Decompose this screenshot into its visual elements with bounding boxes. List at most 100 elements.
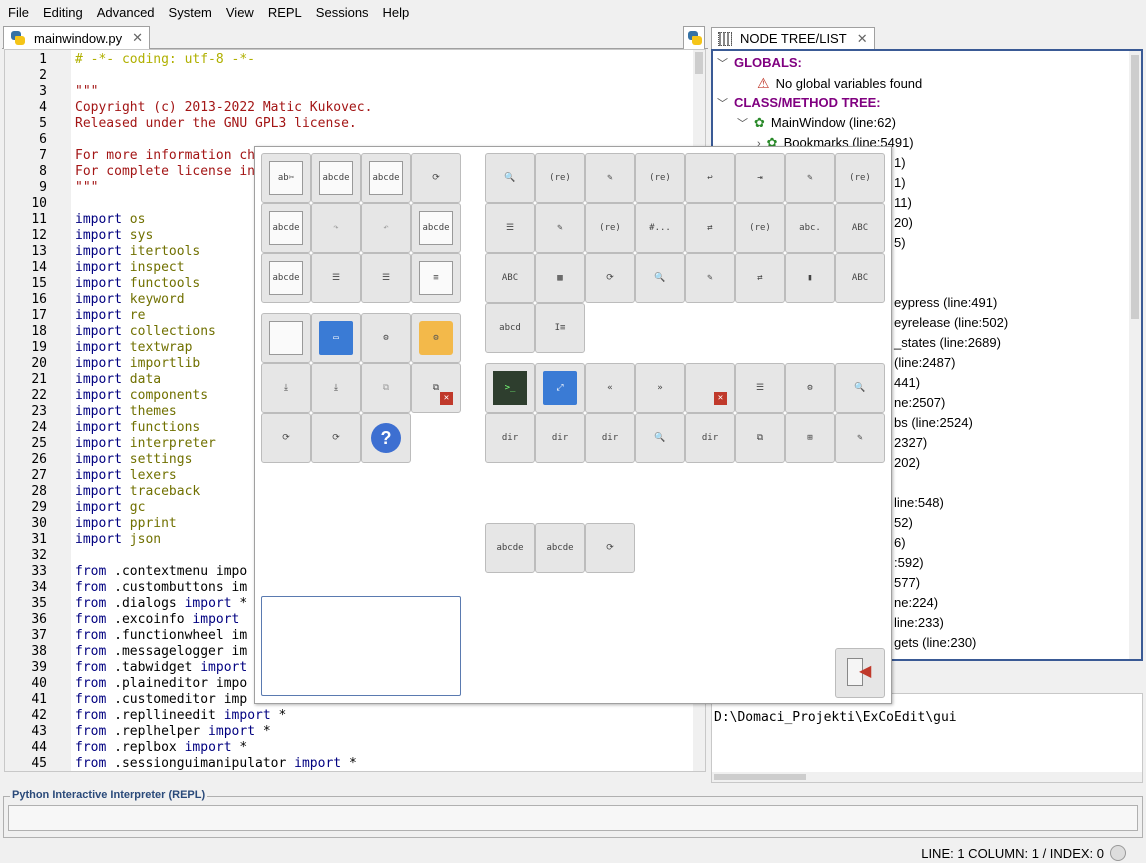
tree-class-header[interactable]: ﹀ CLASS/METHOD TREE: [717,93,881,113]
duplicate-line-tool[interactable]: abcde [261,203,311,253]
tree-item[interactable]: 577) [894,573,920,593]
split-tool[interactable]: abc. [785,203,835,253]
maximize-tool[interactable]: ⤢ [535,363,585,413]
menu-system[interactable]: System [163,0,220,25]
reload-tool[interactable]: ⟳ [585,253,635,303]
tree-item[interactable]: gets (line:230) [894,633,976,653]
regex-highlight-tool[interactable]: (re) [585,203,635,253]
regex-edit-tool[interactable]: (re) [635,153,685,203]
py-refresh-tool[interactable]: ⟳ [585,523,635,573]
tree-item[interactable]: _states (line:2689) [894,333,1001,353]
tree-item[interactable]: 11) [894,193,912,213]
find-dir-tool[interactable]: dir [485,413,535,463]
file-explorer-panel[interactable]: D:\Domaci_Projekti\ExCoEdit\gui [711,693,1143,783]
tree-item[interactable]: :592) [894,553,924,573]
horizontal-scrollbar[interactable] [712,772,1142,782]
save-as-tool[interactable]: ⤓ [311,363,361,413]
tree-item[interactable]: 1) [894,173,906,193]
python-settings-tool[interactable]: ⚙ [411,313,461,363]
tab-node-tree[interactable]: NODE TREE/LIST ✕ [711,27,875,49]
comment-tool[interactable]: #... [635,203,685,253]
chevron-down-icon[interactable]: ﹀ [737,118,748,130]
column-tool[interactable]: abcd [485,303,535,353]
find-tool[interactable]: 🔍 [485,153,535,203]
highlight-tool[interactable]: ✎ [535,203,585,253]
search-folder-tool[interactable]: 🔍 [635,413,685,463]
code-line[interactable]: 4 Copyright (c) 2013-2022 Matic Kukovec. [5,100,705,116]
python-menu-button[interactable] [683,26,705,49]
move-left-tool[interactable]: « [585,363,635,413]
find-in-files-tool[interactable]: 🔍 [635,253,685,303]
terminal-tool[interactable]: >_ [485,363,535,413]
tree-item[interactable]: 202) [894,453,920,473]
menu-file[interactable]: File [2,0,37,25]
copy-tool[interactable]: abcde [311,153,361,203]
settings-tool[interactable]: ⚙ [361,313,411,363]
menu-editing[interactable]: Editing [37,0,91,25]
tree-item[interactable]: line:548) [894,493,944,513]
replace-all-tool[interactable]: ⇄ [685,203,735,253]
tree-scrollbar[interactable] [1129,51,1141,659]
code-line[interactable]: 1 # -*- coding: utf-8 -*- [5,52,705,68]
strike-tool[interactable]: abcde [261,253,311,303]
new-file-tool[interactable] [261,313,311,363]
save-tool[interactable]: ⤓ [261,363,311,413]
to-de-tool[interactable]: ABC [835,253,885,303]
code-line[interactable]: 5 Released under the GNU GPL3 license. [5,116,705,132]
unindent-tool[interactable]: ☰ [361,253,411,303]
scroll-thumb[interactable] [695,52,703,74]
menu-advanced[interactable]: Advanced [91,0,163,25]
exit-button[interactable]: ◀ [835,648,885,698]
find-edit-files-tool[interactable]: ✎ [685,253,735,303]
close-icon[interactable]: ✕ [132,30,143,46]
close-all-tool[interactable]: ⧉ [411,363,461,413]
tree-item[interactable]: eypress (line:491) [894,293,997,313]
menu-sessions[interactable]: Sessions [310,0,377,25]
tree-item[interactable]: line:233) [894,613,944,633]
scroll-thumb[interactable] [714,774,806,780]
scroll-thumb[interactable] [1131,55,1139,319]
find-dir-regex-tool[interactable]: dir [535,413,585,463]
tree-item[interactable]: eyrelease (line:502) [894,313,1008,333]
code-line[interactable]: 42 from .repllineedit import * [5,708,705,724]
reload-config-tool[interactable]: ⟳ [311,413,361,463]
menu-help[interactable]: Help [377,0,418,25]
menu-view[interactable]: View [220,0,262,25]
py-abcde-tool[interactable]: abcde [485,523,535,573]
tree-item[interactable]: (line:2487) [894,353,955,373]
tree-item[interactable]: 20) [894,213,913,233]
open-folder-tool[interactable]: ▭ [311,313,361,363]
regex-replace-tool[interactable]: (re) [835,153,885,203]
doc-tool[interactable]: ≡ [411,253,461,303]
code-line[interactable]: 3 """ [5,84,705,100]
tree-globals-header[interactable]: ﹀ GLOBALS: [717,53,802,73]
goto-line-tool[interactable]: ⇥ [735,153,785,203]
find-edit-tool[interactable]: ✎ [585,153,635,203]
paste-tool[interactable]: abcde [361,153,411,203]
code-line[interactable]: 45 from .sessionguimanipulator import * [5,756,705,771]
chevron-down-icon[interactable]: ﹀ [717,98,728,110]
tab-mainwindow[interactable]: mainwindow.py ✕ [3,26,151,49]
goto-tool[interactable]: ↩ [685,153,735,203]
close-window-tool[interactable] [685,363,735,413]
search-settings-tool[interactable]: ⚙ [785,363,835,413]
select-tool[interactable]: abcde [411,203,461,253]
list-tool[interactable]: ☰ [735,363,785,413]
close-icon[interactable]: ✕ [857,31,868,47]
regex-find-tool[interactable]: (re) [535,153,585,203]
undo-tool[interactable]: ↶ [361,203,411,253]
bookmark-tool[interactable]: ▮ [785,253,835,303]
abc-lower-tool[interactable]: ABC [485,253,535,303]
tree-item[interactable]: ne:2507) [894,393,945,413]
replace-files-tool[interactable]: ⇄ [735,253,785,303]
clear-tool[interactable]: ☰ [485,203,535,253]
tree-item[interactable]: 52) [894,513,913,533]
search-files-tool[interactable]: 🔍 [835,363,885,413]
tree-item[interactable]: bs (line:2524) [894,413,973,433]
py-abcde2-tool[interactable]: abcde [535,523,585,573]
find-dir-replace-tool[interactable]: dir [585,413,635,463]
help-tool[interactable]: ? [361,413,411,463]
tree-item[interactable]: 441) [894,373,920,393]
tree-item[interactable]: 1) [894,153,906,173]
save-all-tool[interactable]: ⧉ [361,363,411,413]
